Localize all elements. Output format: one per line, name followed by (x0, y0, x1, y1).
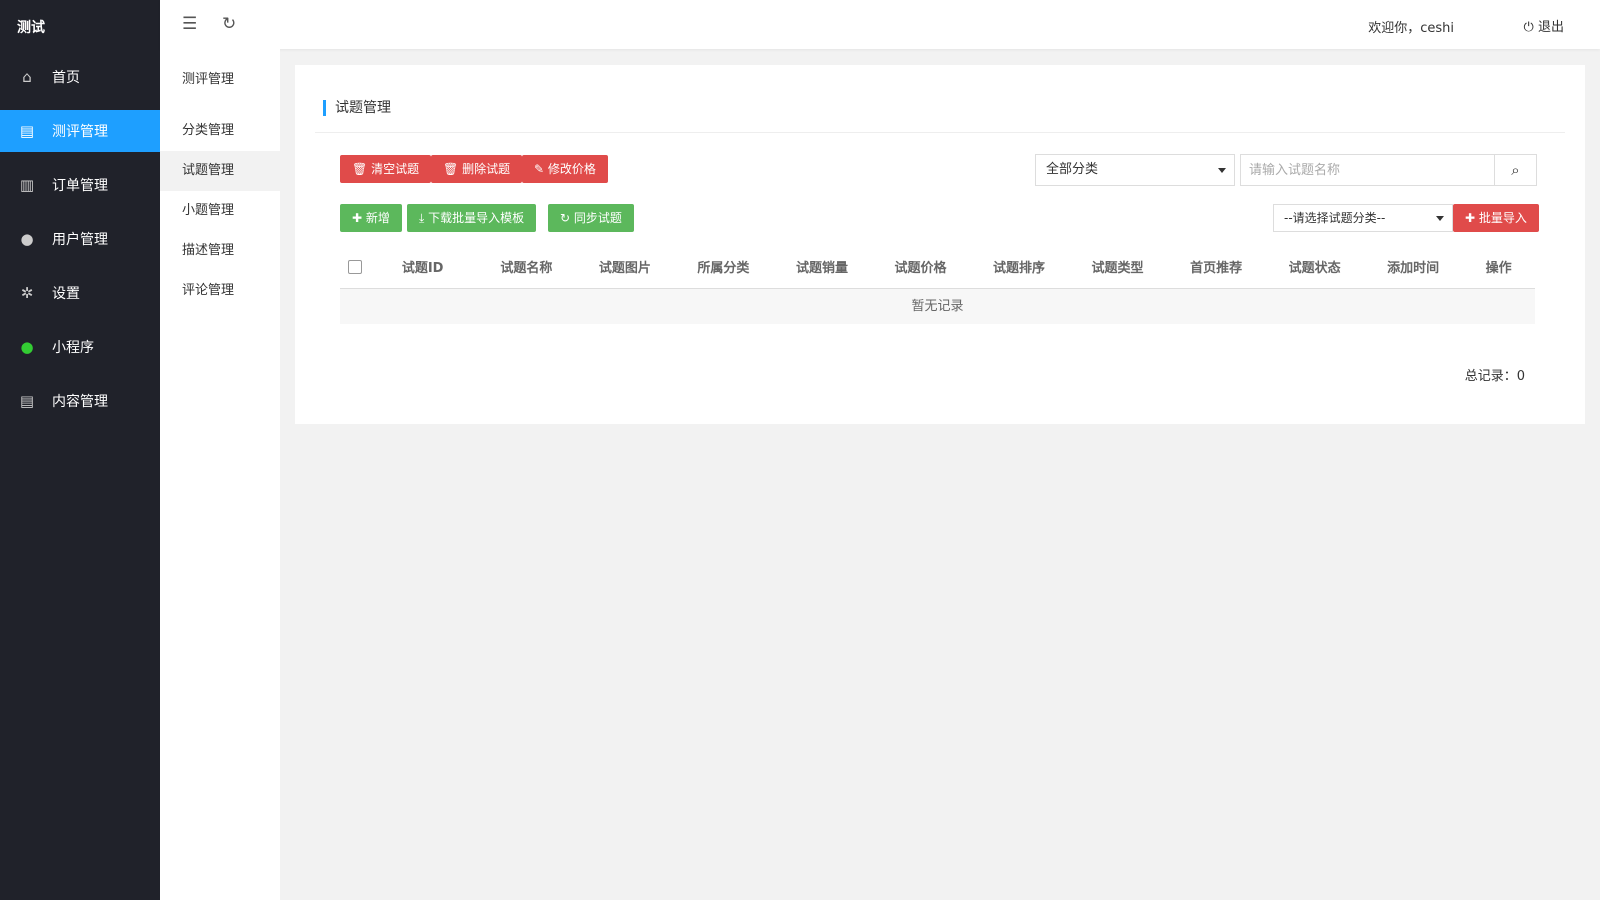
button-label: 删除试题 (462, 162, 511, 176)
sidebar: 测试 ⌂ 首页 ▤ 测评管理 ▥ 订单管理 ● 用户管理 ✲ 设置 ● 小程序 ▤ 内容管理 (0, 0, 160, 900)
submenu-item-category[interactable]: 分类管理 (160, 111, 280, 151)
nav-label: 测评管理 (52, 124, 108, 140)
download-template-button[interactable]: ⤓ 下载批量导入模板 (407, 204, 537, 232)
document-icon: ▤ (19, 122, 35, 140)
column-header[interactable]: 试题状态 (1289, 257, 1388, 276)
nav-settings[interactable]: ✲ 设置 (0, 272, 160, 314)
nav-miniprogram[interactable]: ● 小程序 (0, 326, 160, 368)
miniprogram-icon: ● (20, 338, 34, 356)
nav-home[interactable]: ⌂ 首页 (0, 56, 160, 98)
column-header[interactable]: 试题价格 (894, 257, 993, 276)
add-button[interactable]: ✚ 新增 (340, 204, 402, 232)
column-header: 操作 (1485, 261, 1512, 276)
total-records: 总记录：0 (1464, 369, 1525, 384)
logout-button[interactable]: ⏻ 退出 (1524, 16, 1564, 35)
table-header: 试题ID 试题名称 试题图片 所属分类 试题销量 试题价格 试题排序 试题类型 … (340, 245, 1535, 289)
empty-row: 暂无记录 (340, 289, 1535, 324)
welcome-text: 欢迎你，ceshi (1368, 21, 1454, 36)
category-select[interactable]: 全部分类 (1035, 154, 1235, 186)
column-header[interactable]: 试题图片 (599, 257, 698, 276)
logout-label: 退出 (1537, 20, 1564, 35)
submenu-item-questions[interactable]: 试题管理 (160, 151, 280, 191)
nav-users[interactable]: ● 用户管理 (0, 218, 160, 260)
column-header[interactable]: 试题类型 (1092, 257, 1191, 276)
button-label: 批量导入 (1478, 211, 1527, 225)
button-label: 下载批量导入模板 (428, 211, 525, 225)
search-input[interactable] (1241, 155, 1494, 185)
batch-import-button[interactable]: ✚ 批量导入 (1453, 204, 1539, 232)
page-title: 试题管理 (323, 100, 391, 116)
menu-toggle-icon[interactable]: ☰ (182, 14, 197, 34)
nav-orders[interactable]: ▥ 订单管理 (0, 164, 160, 206)
column-header[interactable]: 试题ID (402, 257, 501, 276)
gear-icon: ✲ (20, 284, 34, 302)
button-label: 新增 (365, 211, 390, 225)
button-label: 修改价格 (547, 162, 596, 176)
submenu-item-subquestions[interactable]: 小题管理 (160, 191, 280, 231)
divider (315, 132, 1565, 133)
select-all-checkbox[interactable] (348, 259, 362, 274)
submenu-item-comments[interactable]: 评论管理 (160, 271, 280, 311)
refresh-icon[interactable]: ↻ (222, 14, 236, 34)
document-icon: ▤ (19, 392, 35, 410)
column-header[interactable]: 试题排序 (993, 257, 1092, 276)
submenu: 测评管理 分类管理 试题管理 小题管理 描述管理 评论管理 (160, 49, 280, 900)
search-box: ⌕ (1240, 154, 1537, 186)
column-header[interactable]: 所属分类 (697, 257, 796, 276)
search-icon: ⌕ (1511, 161, 1520, 179)
power-icon: ⏻ (1523, 20, 1534, 35)
delete-questions-button[interactable]: 🗑 删除试题 (431, 155, 523, 183)
column-header[interactable]: 试题名称 (500, 257, 599, 276)
submenu-title: 测评管理 (182, 72, 235, 87)
clipboard-icon: ▥ (19, 176, 35, 194)
search-button[interactable]: ⌕ (1494, 155, 1536, 185)
home-icon: ⌂ (22, 68, 32, 86)
logo: 测试 (17, 20, 45, 36)
nav-content[interactable]: ▤ 内容管理 (0, 380, 160, 422)
top-header: ☰ ↻ 欢迎你，ceshi ⏻ 退出 (160, 0, 1600, 49)
sync-button[interactable]: ↻ 同步试题 (548, 204, 634, 232)
nav-label: 小程序 (52, 340, 94, 356)
nav-label: 用户管理 (52, 232, 108, 248)
clear-questions-button[interactable]: 🗑 清空试题 (340, 155, 432, 183)
nav-label: 订单管理 (52, 178, 108, 194)
submenu-item-descriptions[interactable]: 描述管理 (160, 231, 280, 271)
import-category-select[interactable]: --请选择试题分类-- (1273, 204, 1453, 232)
edit-price-button[interactable]: ✎ 修改价格 (522, 155, 608, 183)
user-icon: ● (20, 230, 34, 248)
column-header[interactable]: 试题销量 (796, 257, 895, 276)
main-card: 试题管理 🗑 清空试题 🗑 删除试题 ✎ 修改价格 ✚ 新增 ⤓ 下载批量导入模… (295, 65, 1585, 424)
nav-label: 首页 (52, 70, 80, 86)
column-header[interactable]: 首页推荐 (1190, 257, 1289, 276)
nav-label: 内容管理 (52, 394, 108, 410)
nav-label: 设置 (52, 286, 80, 302)
button-label: 清空试题 (371, 162, 420, 176)
button-label: 同步试题 (573, 211, 622, 225)
nav-evaluation[interactable]: ▤ 测评管理 (0, 110, 160, 152)
column-header[interactable]: 添加时间 (1387, 257, 1486, 276)
